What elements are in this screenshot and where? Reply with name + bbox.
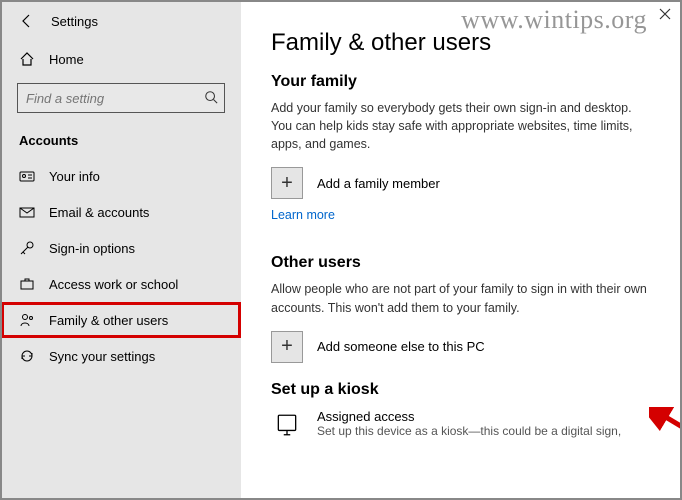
kiosk-title: Assigned access [317,409,621,424]
home-nav[interactable]: Home [1,43,241,75]
other-users-description: Allow people who are not part of your fa… [271,280,651,316]
nav-label: Access work or school [49,277,178,292]
briefcase-icon [19,276,35,292]
key-icon [19,240,35,256]
family-section: Your family Add your family so everybody… [271,73,651,244]
learn-more-link[interactable]: Learn more [271,208,335,222]
close-icon [659,8,671,20]
sidebar-item-signin[interactable]: Sign-in options [1,230,241,266]
home-label: Home [49,52,84,67]
id-card-icon [19,168,35,184]
plus-icon: + [271,167,303,199]
sidebar-item-email[interactable]: Email & accounts [1,194,241,230]
home-icon [19,51,35,67]
kiosk-icon [271,409,303,441]
annotation-arrow [649,407,681,457]
sidebar-item-work[interactable]: Access work or school [1,266,241,302]
plus-icon: + [271,331,303,363]
assigned-access-button[interactable]: Assigned access Set up this device as a … [271,409,651,441]
family-header: Your family [271,73,651,91]
nav-label: Sync your settings [49,349,155,364]
arrow-left-icon [19,13,35,29]
mail-icon [19,204,35,220]
search-box[interactable] [17,83,225,113]
section-header: Accounts [1,125,241,154]
family-description: Add your family so everybody gets their … [271,99,651,153]
sidebar: Settings Home Accounts Your info [1,1,241,499]
add-family-label: Add a family member [317,176,440,191]
close-button[interactable] [659,7,671,25]
app-title: Settings [51,14,98,29]
sidebar-item-your-info[interactable]: Your info [1,158,241,194]
other-users-section: Other users Allow people who are not par… [271,254,651,362]
add-other-user-button[interactable]: + Add someone else to this PC [271,331,651,363]
settings-window: Settings Home Accounts Your info [0,0,682,500]
sidebar-item-sync[interactable]: Sync your settings [1,338,241,374]
nav-list: Your info Email & accounts Sign-in optio… [1,158,241,374]
page-title: Family & other users [271,29,651,57]
sync-icon [19,348,35,364]
content-pane: www.wintips.org Family & other users You… [241,1,681,499]
search-icon [204,90,218,107]
nav-label: Your info [49,169,100,184]
nav-label: Sign-in options [49,241,135,256]
people-icon [19,312,35,328]
other-users-header: Other users [271,254,651,272]
add-other-label: Add someone else to this PC [317,339,485,354]
nav-label: Family & other users [49,313,168,328]
sidebar-item-family[interactable]: Family & other users [1,302,241,338]
search-input[interactable] [26,91,204,106]
back-button[interactable] [17,11,37,31]
kiosk-header: Set up a kiosk [271,381,651,399]
nav-label: Email & accounts [49,205,149,220]
titlebar: Settings [1,1,241,39]
add-family-member-button[interactable]: + Add a family member [271,167,651,199]
kiosk-section: Set up a kiosk Assigned access Set up th… [271,381,651,441]
kiosk-subtitle: Set up this device as a kiosk—this could… [317,424,621,438]
search-container [1,75,241,125]
